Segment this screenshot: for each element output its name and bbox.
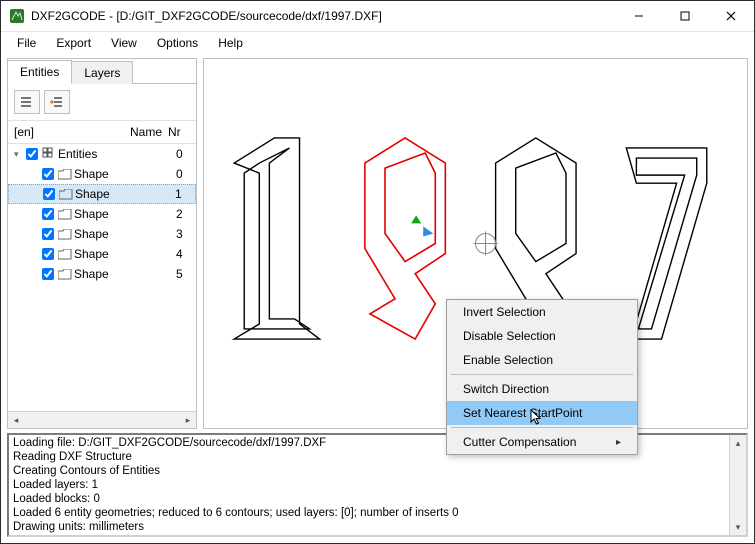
menu-export[interactable]: Export	[46, 34, 101, 52]
tree-label: Entities	[58, 147, 176, 161]
tree-expander-icon[interactable]: ▾	[14, 149, 26, 160]
menu-options[interactable]: Options	[147, 34, 208, 52]
maximize-button[interactable]	[662, 1, 708, 31]
tree-checkbox[interactable]	[43, 188, 57, 200]
grid-icon	[40, 147, 58, 161]
tree-row-shape[interactable]: Shape 5	[8, 264, 196, 284]
collapse-all-button[interactable]	[14, 90, 40, 114]
tree-hscrollbar[interactable]: ◂ ▸	[8, 411, 196, 428]
folder-icon	[56, 209, 74, 220]
drawing-canvas[interactable]: Invert Selection Disable Selection Enabl…	[203, 58, 748, 429]
app-icon	[9, 8, 25, 24]
menu-file[interactable]: File	[7, 34, 46, 52]
tree-row-shape[interactable]: Shape 0	[8, 164, 196, 184]
log-line: Creating Contours of Entities	[13, 464, 725, 478]
tree-checkbox[interactable]	[42, 268, 56, 280]
context-enable-selection[interactable]: Enable Selection	[447, 348, 637, 372]
tree-checkbox[interactable]	[26, 148, 40, 160]
window-title: DXF2GCODE - [D:/GIT_DXF2GCODE/sourcecode…	[31, 9, 382, 23]
menubar: File Export View Options Help	[1, 32, 754, 54]
mouse-cursor-icon	[530, 409, 546, 425]
scroll-up-icon[interactable]: ▴	[730, 435, 746, 451]
tree-row-shape[interactable]: Shape 3	[8, 224, 196, 244]
tree-col-nr: Nr	[168, 125, 190, 139]
log-line: Loaded blocks: 0	[13, 492, 725, 506]
folder-icon	[56, 229, 74, 240]
folder-icon	[57, 189, 75, 200]
context-switch-direction[interactable]: Switch Direction	[447, 377, 637, 401]
tab-layers[interactable]: Layers	[72, 61, 133, 84]
tree-nr: 4	[176, 247, 196, 261]
log-line: Loaded layers: 1	[13, 478, 725, 492]
menu-view[interactable]: View	[101, 34, 147, 52]
context-disable-selection[interactable]: Disable Selection	[447, 324, 637, 348]
tab-entities[interactable]: Entities	[8, 60, 72, 84]
titlebar: DXF2GCODE - [D:/GIT_DXF2GCODE/sourcecode…	[1, 1, 754, 32]
tree-checkbox[interactable]	[42, 248, 56, 260]
context-cutter-compensation[interactable]: Cutter Compensation ▸	[447, 430, 637, 454]
log-vscrollbar[interactable]: ▴ ▾	[729, 435, 746, 535]
tree-checkbox[interactable]	[42, 228, 56, 240]
tree-nr: 1	[175, 187, 195, 201]
tree-row-shape[interactable]: Shape 1	[8, 184, 196, 204]
tree-label: Shape	[74, 267, 176, 281]
tree-label: Shape	[74, 247, 176, 261]
tree-label: Shape	[74, 227, 176, 241]
tree-header: [en] Name Nr	[8, 120, 196, 144]
scroll-down-icon[interactable]: ▾	[730, 519, 746, 535]
close-button[interactable]	[708, 1, 754, 31]
submenu-arrow-icon: ▸	[616, 437, 621, 448]
tree-nr: 5	[176, 267, 196, 281]
minimize-button[interactable]	[616, 1, 662, 31]
scroll-left-icon[interactable]: ◂	[8, 412, 24, 428]
tree-row-shape[interactable]: Shape 4	[8, 244, 196, 264]
scroll-right-icon[interactable]: ▸	[180, 412, 196, 428]
tree-row-shape[interactable]: Shape 2	[8, 204, 196, 224]
log-line: Loaded 6 entity geometries; reduced to 6…	[13, 506, 725, 520]
menu-help[interactable]: Help	[208, 34, 253, 52]
folder-icon	[56, 249, 74, 260]
tree-row-entities[interactable]: ▾ Entities 0	[8, 144, 196, 164]
context-separator	[451, 374, 633, 375]
tree-nr: 2	[176, 207, 196, 221]
tree-nr: 0	[176, 167, 196, 181]
tree-checkbox[interactable]	[42, 208, 56, 220]
log-line: Drawing units: millimeters	[13, 520, 725, 534]
folder-icon	[56, 169, 74, 180]
expand-all-button[interactable]	[44, 90, 70, 114]
tree-label: Shape	[74, 207, 176, 221]
tree-checkbox[interactable]	[42, 168, 56, 180]
folder-icon	[56, 269, 74, 280]
tree-col-lang: [en]	[14, 125, 48, 139]
context-menu: Invert Selection Disable Selection Enabl…	[446, 299, 638, 455]
tree-col-name: Name	[48, 125, 168, 139]
context-separator	[451, 427, 633, 428]
tree-nr: 0	[176, 147, 196, 161]
tree-label: Shape	[74, 167, 176, 181]
tree-label: Shape	[75, 187, 175, 201]
context-invert-selection[interactable]: Invert Selection	[447, 300, 637, 324]
left-panel: Entities Layers	[7, 58, 197, 429]
tree-nr: 3	[176, 227, 196, 241]
